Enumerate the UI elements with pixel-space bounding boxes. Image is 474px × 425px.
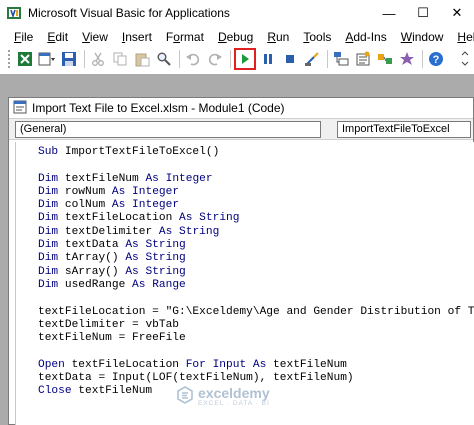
reset-icon[interactable]	[280, 49, 300, 69]
toolbar-separator	[84, 50, 85, 68]
cut-icon[interactable]	[88, 49, 108, 69]
code-line[interactable]	[38, 159, 474, 172]
vba-app-icon	[6, 5, 22, 21]
code-line[interactable]: Dim textDelimiter As String	[38, 226, 474, 239]
title-bar: Microsoft Visual Basic for Applications …	[0, 0, 474, 26]
insert-module-icon[interactable]	[37, 49, 57, 69]
maximize-button[interactable]: ☐	[406, 0, 440, 26]
toolbar-separator	[422, 50, 423, 68]
copy-icon[interactable]	[110, 49, 130, 69]
menu-edit[interactable]: Edit	[47, 30, 68, 44]
code-line[interactable]: textFileNum = FreeFile	[38, 332, 474, 345]
menu-window[interactable]: Window	[401, 30, 444, 44]
run-icon	[242, 54, 249, 64]
menu-run[interactable]: Run	[267, 30, 289, 44]
code-line[interactable]: Dim rowNum As Integer	[38, 186, 474, 199]
code-line[interactable]	[38, 292, 474, 305]
object-dropdown-value: (General)	[20, 123, 67, 135]
code-window: Import Text File to Excel.xlsm - Module1…	[8, 97, 474, 425]
code-window-combos: (General) ImportTextFileToExcel	[9, 118, 473, 140]
svg-text:?: ?	[433, 54, 440, 66]
minimize-button[interactable]: —	[372, 0, 406, 26]
design-mode-icon[interactable]	[302, 49, 322, 69]
procedure-dropdown-value: ImportTextFileToExcel	[342, 123, 450, 135]
project-explorer-icon[interactable]	[331, 49, 351, 69]
toolbar-separator	[179, 50, 180, 68]
code-line[interactable]: textData = Input(LOF(textFileNum), textF…	[38, 372, 474, 385]
help-icon[interactable]: ?	[426, 49, 446, 69]
code-window-title: Import Text File to Excel.xlsm - Module1…	[32, 101, 285, 115]
standard-toolbar: ?	[0, 47, 474, 71]
toolbar-separator	[230, 50, 231, 68]
object-dropdown[interactable]: (General)	[15, 120, 321, 138]
code-line[interactable]: textDelimiter = vbTab	[38, 319, 474, 332]
exceldemy-logo-icon	[176, 386, 194, 407]
code-line[interactable]: Dim textFileLocation As String	[38, 212, 474, 225]
menu-bar: File Edit View Insert Format Debug Run T…	[0, 27, 474, 47]
menu-help[interactable]: Help	[457, 30, 474, 44]
procedure-dropdown[interactable]: ImportTextFileToExcel	[337, 120, 471, 138]
toolbar-separator	[327, 50, 328, 68]
run-button-highlight[interactable]	[234, 48, 256, 70]
code-line[interactable]: Dim textFileNum As Integer	[38, 173, 474, 186]
code-line[interactable]: Dim usedRange As Range	[38, 279, 474, 292]
paste-icon[interactable]	[132, 49, 152, 69]
menu-view[interactable]: View	[82, 30, 108, 44]
undo-icon[interactable]	[183, 49, 203, 69]
code-line[interactable]: Open textFileLocation For Input As textF…	[38, 359, 474, 372]
window-title: Microsoft Visual Basic for Applications	[28, 6, 230, 20]
exceldemy-watermark: exceldemy EXCEL · DATA · BI	[176, 386, 270, 407]
code-text[interactable]: Sub ImportTextFileToExcel() Dim textFile…	[38, 146, 474, 399]
code-line[interactable]: Dim sArray() As String	[38, 266, 474, 279]
code-line[interactable]: textFileLocation = "G:\Exceldemy\Age and…	[38, 306, 474, 319]
find-icon[interactable]	[154, 49, 174, 69]
menu-add-ins[interactable]: Add-Ins	[345, 30, 386, 44]
toolbox-icon[interactable]	[397, 49, 417, 69]
redo-icon[interactable]	[205, 49, 225, 69]
menu-tools[interactable]: Tools	[303, 30, 331, 44]
toolbar-overflow-chevron-icon[interactable]	[460, 49, 470, 69]
code-editor[interactable]: Sub ImportTextFileToExcel() Dim textFile…	[15, 142, 474, 425]
code-line[interactable]: Dim tArray() As String	[38, 252, 474, 265]
menu-format[interactable]: Format	[166, 30, 204, 44]
menu-file[interactable]: File	[14, 30, 33, 44]
break-icon[interactable]	[258, 49, 278, 69]
code-window-title-bar[interactable]: Import Text File to Excel.xlsm - Module1…	[9, 98, 473, 118]
properties-icon[interactable]	[353, 49, 373, 69]
module-icon	[13, 100, 27, 117]
toolbar-grip[interactable]	[8, 50, 11, 68]
excel-icon[interactable]	[15, 49, 35, 69]
close-button[interactable]: ✕	[440, 0, 474, 26]
menu-debug[interactable]: Debug	[218, 30, 253, 44]
watermark-name: exceldemy	[198, 385, 270, 401]
object-browser-icon[interactable]	[375, 49, 395, 69]
watermark-tagline: EXCEL · DATA · BI	[198, 400, 270, 407]
code-line[interactable]	[38, 345, 474, 358]
save-icon[interactable]	[59, 49, 79, 69]
code-line[interactable]: Dim textData As String	[38, 239, 474, 252]
code-line[interactable]: Dim colNum As Integer	[38, 199, 474, 212]
code-line[interactable]: Sub ImportTextFileToExcel()	[38, 146, 474, 159]
menu-insert[interactable]: Insert	[122, 30, 152, 44]
